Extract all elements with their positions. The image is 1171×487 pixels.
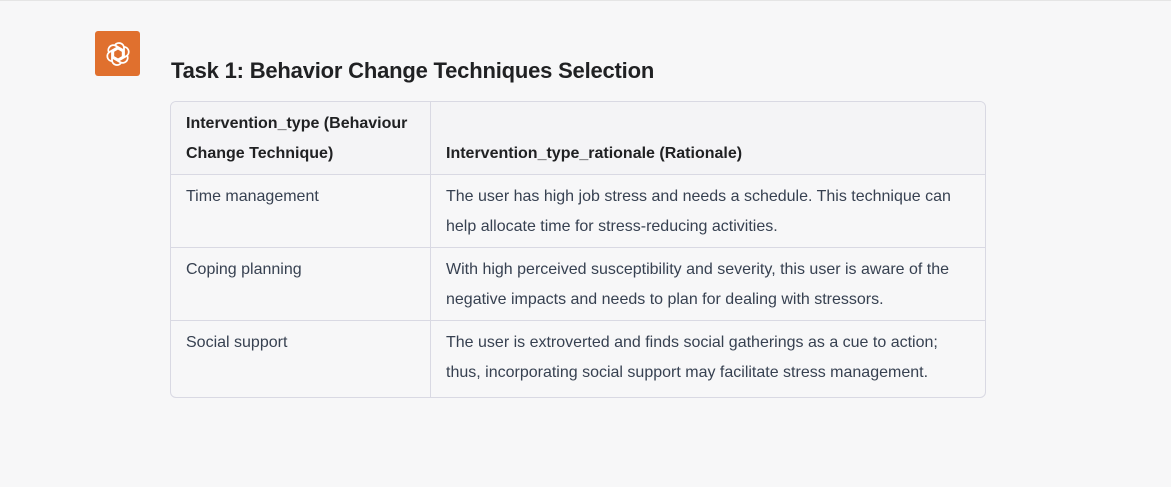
cell-rationale: The user has high job stress and needs a… xyxy=(446,188,951,235)
cell-technique: Coping planning xyxy=(171,247,431,321)
table-header-row: Intervention_type (Behaviour Change Tech… xyxy=(171,102,985,175)
assistant-avatar xyxy=(95,31,140,76)
cell-technique: Social support xyxy=(171,320,431,397)
table-row: Coping planning With high perceived susc… xyxy=(171,247,985,321)
cell-rationale: The user is extroverted and finds social… xyxy=(446,334,938,381)
table-row: Social support The user is extroverted a… xyxy=(171,320,985,397)
cell-rationale: With high perceived susceptibility and s… xyxy=(446,261,950,308)
column-header-intervention-type: Intervention_type (Behaviour Change Tech… xyxy=(171,102,431,175)
cell-technique: Time management xyxy=(171,174,431,248)
column-header-rationale: Intervention_type_rationale (Rationale) xyxy=(446,145,743,162)
techniques-table: Intervention_type (Behaviour Change Tech… xyxy=(170,101,986,398)
openai-logo-icon xyxy=(105,41,130,66)
message-heading: Task 1: Behavior Change Techniques Selec… xyxy=(171,58,655,83)
table-row: Time management The user has high job st… xyxy=(171,174,985,248)
top-divider xyxy=(0,0,1171,1)
